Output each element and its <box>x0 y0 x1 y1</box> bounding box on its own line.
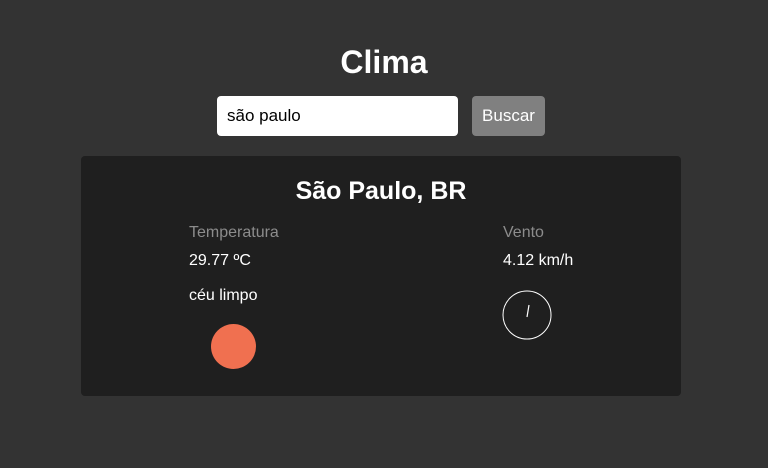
temperature-value: 29.77 ºC <box>189 252 251 269</box>
weather-description: céu limpo <box>189 287 258 304</box>
wind-value: 4.12 km/h <box>503 252 574 269</box>
temperature-label: Temperatura <box>189 224 279 241</box>
wind-direction-compass-icon <box>502 290 552 340</box>
page-title: Clima <box>340 44 428 80</box>
weather-card: São Paulo, BR Temperatura 29.77 ºC céu l… <box>81 156 681 396</box>
sun-icon <box>211 324 256 369</box>
search-button[interactable]: Buscar <box>472 96 545 136</box>
city-name: São Paulo, BR <box>295 177 467 205</box>
city-search-input[interactable] <box>217 96 458 136</box>
wind-label: Vento <box>503 224 544 241</box>
